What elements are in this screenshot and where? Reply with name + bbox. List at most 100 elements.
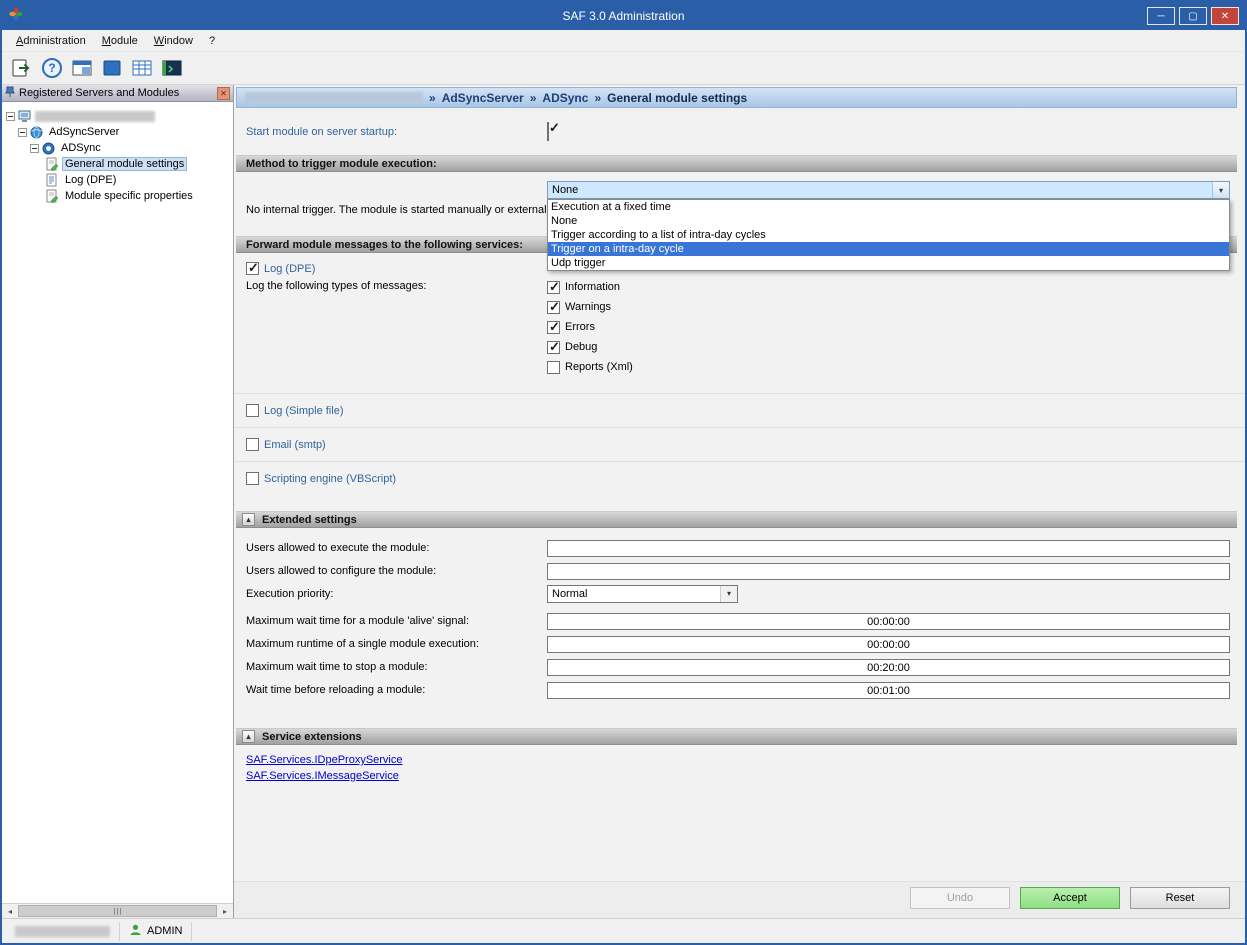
tree-node-label: Module specific properties (62, 189, 196, 203)
section-title: Service extensions (262, 731, 362, 743)
status-user-cell: ADMIN (120, 922, 192, 941)
scroll-left-icon[interactable]: ◂ (2, 904, 18, 918)
svg-text:?: ? (48, 61, 55, 75)
section-header-extended-settings: ▴ Extended settings (236, 511, 1237, 528)
tree-node-module-specific-properties[interactable]: Module specific properties (2, 188, 233, 204)
collapse-expander-icon[interactable] (6, 112, 15, 121)
servers-panel: Registered Servers and Modules ✕ AdSy (2, 85, 234, 918)
help-icon[interactable]: ? (38, 55, 65, 82)
panel-close-icon[interactable]: ✕ (217, 87, 230, 100)
data-grid-icon[interactable] (128, 55, 155, 82)
scripting-engine-checkbox[interactable] (246, 472, 259, 485)
log-dpe-label: Log (DPE) (264, 263, 315, 275)
tree-node-server[interactable] (2, 108, 233, 124)
menu-window[interactable]: Window (146, 32, 201, 50)
accept-button[interactable]: Accept (1020, 887, 1120, 909)
collapse-expander-icon[interactable] (18, 128, 27, 137)
log-types-row: Log the following types of messages: Inf… (234, 277, 1245, 393)
scrollbar-thumb[interactable] (18, 905, 217, 917)
collapse-icon[interactable]: ▴ (242, 513, 255, 526)
reports-xml-checkbox[interactable] (547, 361, 560, 374)
log-dpe-checkbox[interactable] (246, 262, 259, 275)
globe-icon (30, 126, 43, 139)
server-tree: AdSyncServer ADSync General module setti… (2, 102, 233, 903)
module-windows-icon[interactable] (68, 55, 95, 82)
dropdown-option-intraday-cycle[interactable]: Trigger on a intra-day cycle (548, 242, 1229, 256)
reload-wait-input[interactable] (547, 682, 1230, 699)
module-icon (42, 142, 55, 155)
alive-signal-label: Maximum wait time for a module 'alive' s… (234, 615, 547, 627)
dropdown-option-udp[interactable]: Udp trigger (548, 256, 1229, 270)
connect-server-icon[interactable] (8, 55, 35, 82)
scroll-right-icon[interactable]: ▸ (217, 904, 233, 918)
pin-icon[interactable] (5, 86, 15, 101)
errors-checkbox[interactable] (547, 321, 560, 334)
horizontal-scrollbar[interactable]: ◂ ▸ (2, 903, 233, 918)
redacted-server-name (35, 111, 155, 122)
trigger-description: No internal trigger. The module is start… (234, 181, 547, 216)
users-execute-input[interactable] (547, 540, 1230, 557)
trigger-combobox[interactable]: None ▾ (547, 181, 1230, 199)
chevron-down-icon[interactable]: ▾ (720, 586, 737, 602)
max-stop-wait-input[interactable] (547, 659, 1230, 676)
tree-node-adsync[interactable]: ADSync (2, 140, 233, 156)
maximize-button[interactable]: ▢ (1179, 7, 1207, 25)
title-bar[interactable]: SAF 3.0 Administration ─ ▢ ✕ (2, 2, 1245, 30)
alive-signal-input[interactable] (547, 613, 1230, 630)
tree-node-log-dpe[interactable]: Log (DPE) (2, 172, 233, 188)
minimize-button[interactable]: ─ (1147, 7, 1175, 25)
console-icon[interactable] (158, 55, 185, 82)
collapse-expander-icon[interactable] (30, 144, 39, 153)
breadcrumb-adsyncserver[interactable]: AdSyncServer (442, 91, 524, 105)
redacted-status-text (15, 926, 110, 937)
chevron-down-icon[interactable]: ▾ (1212, 182, 1229, 198)
menu-module[interactable]: Module (94, 32, 146, 50)
errors-label: Errors (565, 321, 595, 333)
dropdown-option-intraday-list[interactable]: Trigger according to a list of intra-day… (548, 228, 1229, 242)
window-title: SAF 3.0 Administration (2, 9, 1245, 23)
users-configure-label: Users allowed to configure the module: (234, 565, 547, 577)
max-runtime-label: Maximum runtime of a single module execu… (234, 638, 547, 650)
tree-node-adsyncserver[interactable]: AdSyncServer (2, 124, 233, 140)
breadcrumb-separator: » (594, 91, 601, 105)
page-edit-icon (46, 189, 59, 203)
users-configure-input[interactable] (547, 563, 1230, 580)
menu-administration[interactable]: Administration (8, 32, 94, 50)
execution-priority-row: Execution priority: Normal ▾ (234, 583, 1245, 605)
warnings-checkbox[interactable] (547, 301, 560, 314)
alive-signal-row: Maximum wait time for a module 'alive' s… (234, 610, 1245, 632)
tree-node-general-module-settings[interactable]: General module settings (2, 156, 233, 172)
max-runtime-input[interactable] (547, 636, 1230, 653)
breadcrumb-adsync[interactable]: ADSync (542, 91, 588, 105)
users-configure-row: Users allowed to configure the module: (234, 560, 1245, 582)
execution-priority-label: Execution priority: (234, 588, 547, 600)
menu-help[interactable]: ? (201, 32, 223, 50)
imessage-service-link[interactable]: SAF.Services.IMessageService (246, 770, 1245, 782)
execution-priority-select[interactable]: Normal ▾ (547, 585, 738, 603)
status-server-cell (6, 922, 120, 941)
startup-checkbox[interactable] (547, 122, 549, 141)
status-user-name: ADMIN (147, 925, 182, 937)
log-simple-file-checkbox[interactable] (246, 404, 259, 417)
service-email-smtp-row: Email (smtp) (234, 427, 1245, 461)
service-extension-links: SAF.Services.IDpeProxyService SAF.Servic… (234, 745, 1245, 786)
reset-button[interactable]: Reset (1130, 887, 1230, 909)
servers-panel-title: Registered Servers and Modules (19, 87, 213, 99)
email-smtp-checkbox[interactable] (246, 438, 259, 451)
section-title: Method to trigger module execution: (246, 158, 437, 170)
breadcrumb: » AdSyncServer » ADSync » General module… (236, 87, 1237, 108)
dropdown-option-fixed-time[interactable]: Execution at a fixed time (548, 200, 1229, 214)
action-button-bar: Undo Accept Reset (234, 881, 1245, 918)
users-execute-row: Users allowed to execute the module: (234, 537, 1245, 559)
log-simple-file-label: Log (Simple file) (264, 405, 343, 417)
tree-node-label: General module settings (62, 157, 187, 171)
idpe-proxy-service-link[interactable]: SAF.Services.IDpeProxyService (246, 754, 1245, 766)
close-button[interactable]: ✕ (1211, 7, 1239, 25)
section-header-trigger: Method to trigger module execution: (236, 155, 1237, 172)
reload-wait-row: Wait time before reloading a module: (234, 679, 1245, 701)
information-checkbox[interactable] (547, 281, 560, 294)
collapse-icon[interactable]: ▴ (242, 730, 255, 743)
dropdown-option-none[interactable]: None (548, 214, 1229, 228)
debug-checkbox[interactable] (547, 341, 560, 354)
panel-icon[interactable] (98, 55, 125, 82)
